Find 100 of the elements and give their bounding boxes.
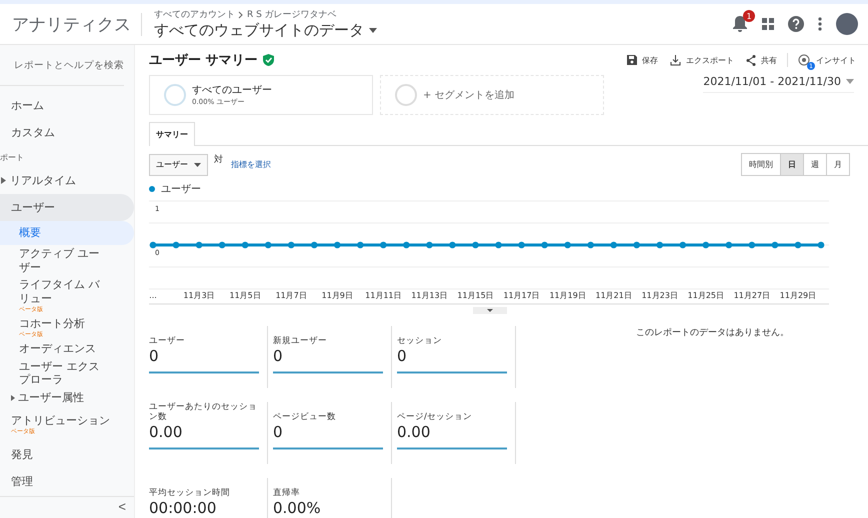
x-axis-label: 11月3日 <box>183 291 215 300</box>
data-point <box>633 242 640 248</box>
data-point <box>380 242 387 248</box>
tab[interactable]: サマリー <box>149 122 195 146</box>
data-point <box>541 242 548 248</box>
app-title: アナリティクス <box>12 12 142 36</box>
data-point <box>495 242 502 248</box>
caret-icon <box>369 28 377 33</box>
data-point <box>794 242 802 248</box>
nav-subitem[interactable]: 概要 <box>0 221 134 245</box>
x-axis-label: 11月17日 <box>503 291 540 300</box>
nav-subitem[interactable]: オーディエンス <box>0 340 134 358</box>
x-axis-label: 11月9日 <box>322 291 353 300</box>
avatar[interactable] <box>836 13 858 35</box>
data-point <box>242 242 248 248</box>
data-point <box>357 242 364 248</box>
nav-subitem[interactable]: ユーザー エクスプローラ <box>0 358 134 390</box>
x-axis-label: 11月29日 <box>780 291 816 300</box>
data-point <box>403 242 410 248</box>
x-axis-label: 11月13日 <box>411 291 448 300</box>
metric-value: 0 <box>397 347 408 365</box>
data-point <box>564 242 571 248</box>
versus-label: 対 <box>214 154 223 166</box>
share-icon <box>746 54 756 66</box>
notification-badge: 1 <box>743 10 755 22</box>
metric-value: 0.00 <box>149 423 184 441</box>
data-point <box>818 242 824 248</box>
nav-subitem[interactable]: ユーザー属性 <box>0 389 134 407</box>
property-selector[interactable]: すべてのウェブサイトのデータ <box>154 21 377 40</box>
data-point <box>310 242 318 248</box>
nav-subitem[interactable]: アクティブ ユーザー <box>0 244 134 276</box>
metric-label: 直帰率 <box>273 486 301 498</box>
granularity-button[interactable]: 月 <box>826 153 850 176</box>
metric-value: 0.00% <box>273 499 322 517</box>
expand-chart-handle[interactable] <box>473 307 507 314</box>
granularity-button[interactable]: 時間別 <box>741 153 781 176</box>
data-point <box>218 242 226 248</box>
caret-icon <box>846 79 854 84</box>
data-point <box>150 242 156 248</box>
metric-value: 0 <box>149 347 160 365</box>
date-range-picker[interactable]: 2021/11/01 - 2021/11/30 <box>703 75 854 93</box>
data-point <box>288 242 294 248</box>
caret-icon <box>194 162 201 166</box>
x-axis-label: 11月19日 <box>549 291 586 300</box>
toolbar-button[interactable]: 共有 <box>744 52 779 68</box>
toolbar-button[interactable]: 保存 <box>625 52 660 68</box>
x-axis-label: 11月25日 <box>688 291 724 300</box>
metric-dropdown[interactable]: ユーザー <box>149 154 208 176</box>
more-menu-icon[interactable] <box>818 17 822 31</box>
breadcrumb-link[interactable]: すべてのアカウント <box>154 8 235 21</box>
nav-item[interactable]: リアルタイム <box>0 167 134 194</box>
x-axis-label: 11月23日 <box>642 291 678 300</box>
metric-label: 新規ユーザー <box>273 334 328 346</box>
report-title: ユーザー サマリー <box>149 52 258 69</box>
nav-item[interactable]: 発見 <box>0 441 134 468</box>
data-point <box>748 242 756 248</box>
search-field[interactable]: レポートとヘルプを検索 <box>0 45 124 86</box>
breadcrumb-link[interactable]: R S ガレージワタナベ <box>247 8 337 21</box>
metric-value: 00:00:00 <box>149 499 218 517</box>
data-point <box>772 242 778 248</box>
data-point <box>196 242 202 248</box>
granularity-button[interactable]: 日 <box>780 153 804 176</box>
nav-item[interactable]: ホーム <box>0 92 134 119</box>
granularity-button[interactable]: 週 <box>803 153 827 176</box>
metric-label: ユーザー <box>149 334 186 346</box>
data-point <box>472 242 479 248</box>
metric-label: ページビュー数 <box>273 410 337 422</box>
metric-label: ユーザーあたりのセッション数 <box>149 402 258 422</box>
bell-icon[interactable] <box>732 15 748 33</box>
x-axis-label: 11月27日 <box>734 291 770 300</box>
nav-item[interactable]: ユーザー <box>0 194 134 221</box>
nav-item[interactable]: 管理 <box>0 468 134 496</box>
x-axis-label: ... <box>149 291 157 300</box>
data-point <box>264 242 272 248</box>
metric-value: 0.00 <box>397 423 432 441</box>
download-icon <box>670 54 681 66</box>
help-icon[interactable] <box>788 16 804 32</box>
insight-icon <box>798 54 811 66</box>
collapse-sidebar-button[interactable]: < <box>110 497 134 518</box>
section-label: ポート <box>0 152 25 164</box>
metric-value: 0 <box>273 347 284 365</box>
caret-icon <box>11 395 15 402</box>
no-data-message: このレポートのデータはありません。 <box>636 327 789 340</box>
data-point <box>334 242 341 248</box>
data-point <box>587 242 594 248</box>
x-axis-label: 11月11日 <box>365 291 402 300</box>
data-point <box>449 242 456 248</box>
data-point <box>518 242 525 248</box>
toolbar-button[interactable]: エクスポート <box>668 52 736 68</box>
data-point <box>680 242 686 248</box>
choose-metric-link[interactable]: 指標を選択 <box>231 159 271 170</box>
x-axis-label: 11月7日 <box>276 291 307 300</box>
nav-item[interactable]: カスタム <box>0 119 134 146</box>
metric-label: 平均セッション時間 <box>149 486 231 498</box>
segment-card[interactable]: + セグメントを追加 <box>380 75 604 115</box>
data-point <box>172 242 180 248</box>
data-point <box>610 242 617 248</box>
data-point <box>726 242 732 248</box>
apps-grid-icon[interactable] <box>762 18 774 30</box>
metric-label: セッション <box>397 334 443 346</box>
